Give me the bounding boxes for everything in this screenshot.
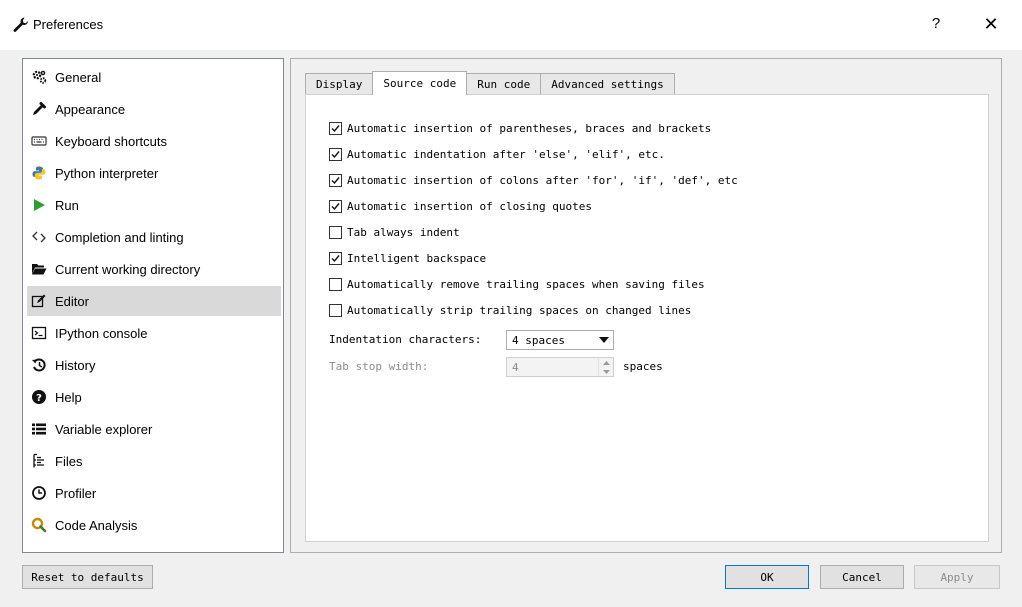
sidebar-item-label: History [55,357,96,373]
indentation-select[interactable]: 4 spaces [506,330,614,350]
tab-bar: Display Source code Run code Advanced se… [305,71,675,95]
sidebar-item-label: Appearance [55,101,126,117]
spin-buttons [598,358,613,376]
sidebar-item-files[interactable]: Files [27,446,281,476]
option-label: Automatic insertion of closing quotes [347,199,593,213]
apply-button[interactable]: Apply [914,565,1000,589]
sidebar-item-profiler[interactable]: Profiler [27,478,281,508]
option-label: Automatically remove trailing spaces whe… [347,277,705,291]
console-icon [31,325,47,341]
folder-open-icon [31,261,47,277]
sidebar-item-label: Python interpreter [55,165,159,181]
source-code-panel: Automatic insertion of parentheses, brac… [305,94,989,542]
svg-text:?: ? [36,393,42,404]
checkbox-checked[interactable] [329,251,342,265]
tab-run-code[interactable]: Run code [466,73,542,95]
ok-button[interactable]: OK [725,565,809,589]
option-auto-indentation[interactable]: Automatic indentation after 'else', 'eli… [329,145,665,163]
eyedropper-icon [31,101,47,117]
tab-stop-value: 4 [512,360,519,374]
sidebar-item-label: Help [55,389,82,405]
indentation-label: Indentation characters: [329,333,482,346]
sidebar-item-label: Files [55,453,83,469]
option-auto-closing-quotes[interactable]: Automatic insertion of closing quotes [329,197,592,215]
code-brackets-icon [31,229,47,245]
play-icon [31,197,47,213]
keyboard-icon [31,133,47,149]
option-label: Automatically strip trailing spaces on c… [347,303,692,317]
question-circle-icon: ? [31,389,47,405]
python-icon [31,165,47,181]
option-auto-colons[interactable]: Automatic insertion of colons after 'for… [329,171,738,189]
tab-stop-suffix: spaces [623,360,663,373]
sidebar-item-keyboard-shortcuts[interactable]: Keyboard shortcuts [27,126,281,156]
sidebar-item-ipython-console[interactable]: IPython console [27,318,281,348]
sidebar-item-code-analysis[interactable]: Code Analysis [27,510,281,540]
window-title: Preferences [33,17,104,32]
help-button[interactable]: ? [928,15,944,32]
magnifier-icon [31,517,47,533]
chevron-down-icon [595,337,613,343]
sidebar-item-python-interpreter[interactable]: Python interpreter [27,158,281,188]
checkbox-checked[interactable] [329,199,342,213]
editor-settings-page: Display Source code Run code Advanced se… [290,58,1002,553]
gears-icon [31,69,47,85]
sidebar-item-appearance[interactable]: Appearance [27,94,281,124]
sidebar-item-label: Editor [55,293,89,309]
tab-source-code[interactable]: Source code [372,71,468,95]
title-bar: Preferences ? ✕ [0,0,1022,50]
option-label: Automatic indentation after 'else', 'eli… [347,147,665,161]
spin-down-icon[interactable] [599,367,613,376]
edit-icon [31,293,47,309]
sidebar-item-current-working-directory[interactable]: Current working directory [27,254,281,284]
sidebar-item-label: Code Analysis [55,517,138,533]
sidebar-item-completion-and-linting[interactable]: Completion and linting [27,222,281,252]
option-auto-parentheses[interactable]: Automatic insertion of parentheses, brac… [329,119,711,137]
sidebar-item-editor[interactable]: Editor [27,286,281,316]
option-tab-always-indent[interactable]: Tab always indent [329,223,460,241]
tab-stop-label: Tab stop width: [329,360,429,373]
sidebar-item-variable-explorer[interactable]: Variable explorer [27,414,281,444]
sidebar-item-label: Keyboard shortcuts [55,133,168,149]
option-label: Automatic insertion of parentheses, brac… [347,121,712,135]
option-strip-trailing-spaces[interactable]: Automatically strip trailing spaces on c… [329,301,691,319]
files-icon [31,453,47,469]
spin-up-icon[interactable] [599,358,613,367]
history-icon [31,357,47,373]
tab-stop-spinbox[interactable]: 4 [506,357,614,377]
tab-advanced-settings[interactable]: Advanced settings [540,73,675,95]
option-label: Intelligent backspace [347,251,487,265]
close-button[interactable]: ✕ [982,14,1000,35]
wrench-icon [12,16,30,34]
sidebar-item-history[interactable]: History [27,350,281,380]
option-intelligent-backspace[interactable]: Intelligent backspace [329,249,486,267]
tab-display[interactable]: Display [305,73,374,95]
sidebar-item-general[interactable]: General [27,62,281,92]
checkbox-unchecked[interactable] [329,277,342,291]
clock-icon [31,485,47,501]
sidebar-item-label: Variable explorer [55,421,153,437]
indentation-value: 4 spaces [512,333,565,347]
checkbox-checked[interactable] [329,147,342,161]
option-remove-trailing-spaces[interactable]: Automatically remove trailing spaces whe… [329,275,705,293]
sidebar-item-label: General [55,69,102,85]
sidebar-item-help[interactable]: ? Help [27,382,281,412]
checkbox-unchecked[interactable] [329,225,342,239]
reset-to-defaults-button[interactable]: Reset to defaults [22,565,153,589]
preferences-sidebar: General Appearance Keyboard shortcuts Py… [22,58,284,553]
sidebar-item-label: Current working directory [55,261,201,277]
checkbox-unchecked[interactable] [329,303,342,317]
checkbox-checked[interactable] [329,173,342,187]
option-label: Automatic insertion of colons after 'for… [347,173,738,187]
sidebar-item-run[interactable]: Run [27,190,281,220]
sidebar-item-label: IPython console [55,325,148,341]
sidebar-item-label: Completion and linting [55,229,184,245]
checkbox-checked[interactable] [329,121,342,135]
option-label: Tab always indent [347,225,460,239]
table-list-icon [31,421,47,437]
sidebar-item-label: Run [55,197,79,213]
sidebar-item-label: Profiler [55,485,97,501]
cancel-button[interactable]: Cancel [820,565,904,589]
